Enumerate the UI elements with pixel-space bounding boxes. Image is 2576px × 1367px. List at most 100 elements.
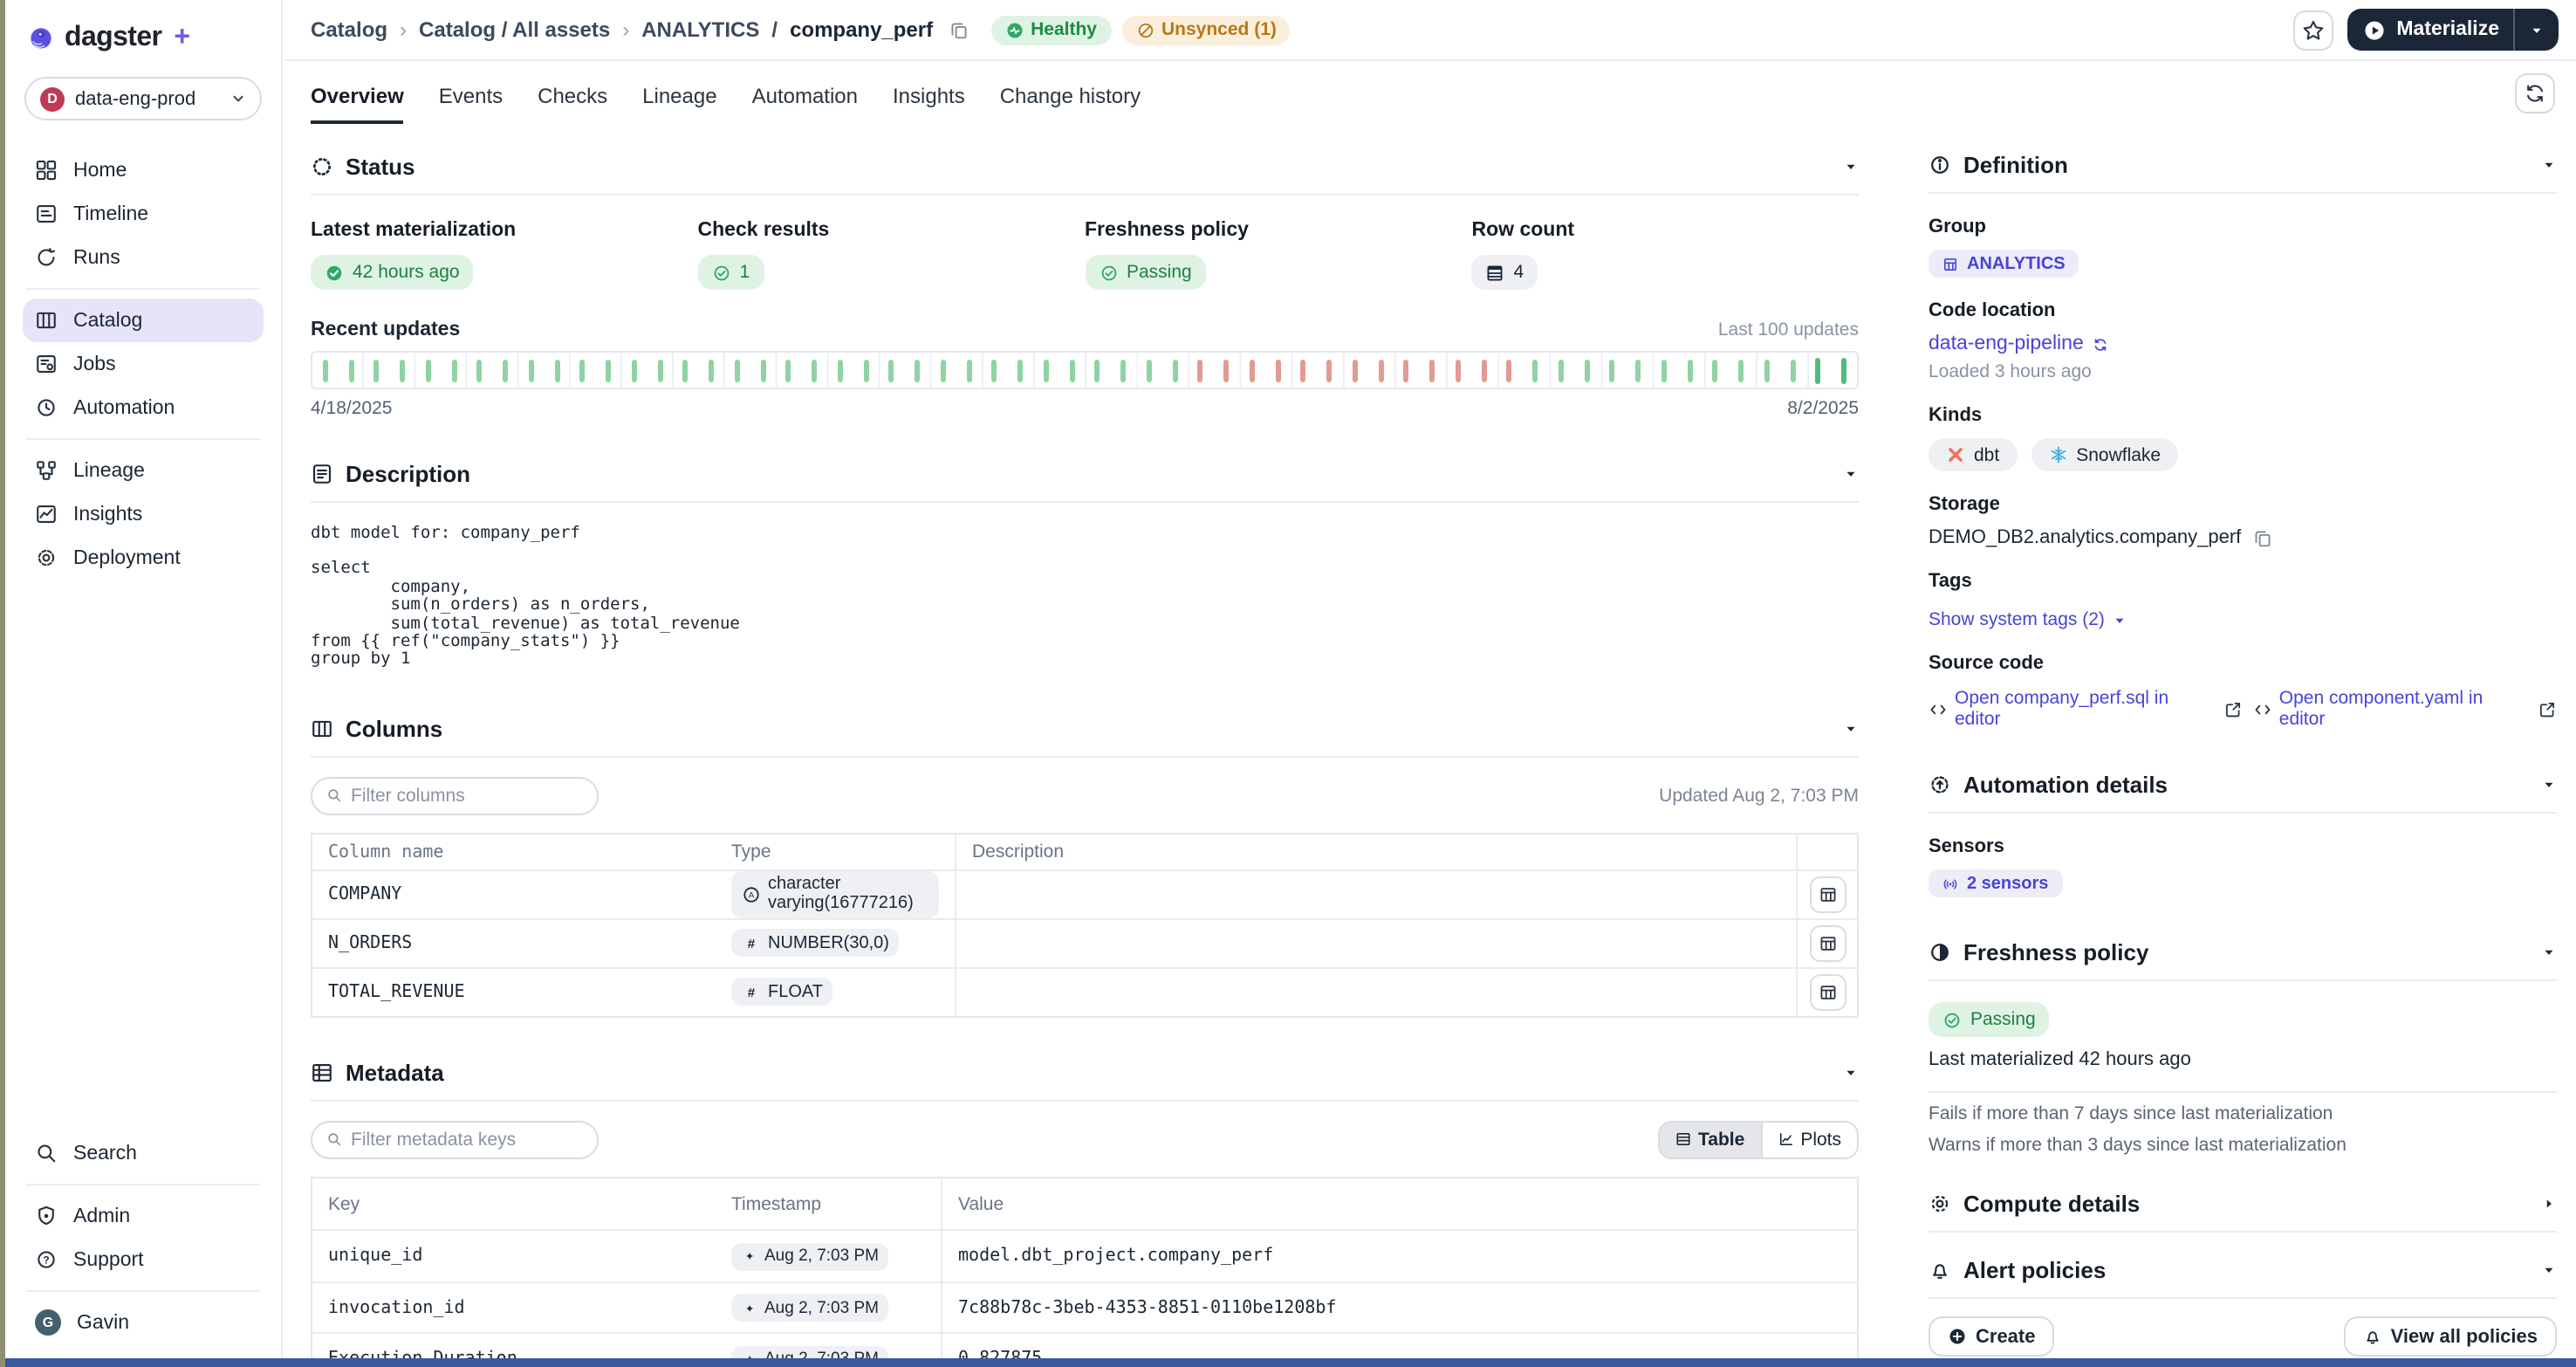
description-collapse-caret[interactable] bbox=[1843, 465, 1859, 481]
create-alert-button[interactable]: Create bbox=[1929, 1316, 2055, 1357]
kind-badge-snowflake[interactable]: Snowflake bbox=[2031, 438, 2178, 471]
update-bar[interactable] bbox=[477, 360, 483, 382]
sidebar-item-admin[interactable]: Admin bbox=[23, 1194, 264, 1238]
sidebar-item-user[interactable]: G Gavin bbox=[23, 1301, 264, 1344]
update-bar[interactable] bbox=[1044, 360, 1049, 382]
status-collapse-caret[interactable] bbox=[1843, 159, 1859, 175]
update-bar[interactable] bbox=[1223, 360, 1229, 382]
metadata-filter-input[interactable] bbox=[351, 1130, 583, 1151]
metadata-collapse-caret[interactable] bbox=[1843, 1065, 1859, 1081]
breadcrumb-item[interactable]: Catalog / All assets bbox=[419, 17, 610, 42]
update-bar[interactable] bbox=[529, 360, 534, 382]
update-bar[interactable] bbox=[1120, 360, 1126, 382]
health-badge[interactable]: Healthy bbox=[990, 15, 1111, 45]
update-bar[interactable] bbox=[1816, 358, 1821, 384]
update-bar[interactable] bbox=[374, 360, 380, 382]
update-bar[interactable] bbox=[632, 360, 637, 382]
update-bar[interactable] bbox=[426, 360, 431, 382]
update-bar[interactable] bbox=[1456, 360, 1461, 382]
update-bar[interactable] bbox=[606, 360, 611, 382]
update-bar[interactable] bbox=[1584, 360, 1589, 382]
metadata-filter[interactable] bbox=[311, 1121, 599, 1159]
source-code-link[interactable]: Open component.yaml in editor bbox=[2279, 688, 2531, 730]
update-bar[interactable] bbox=[400, 360, 405, 382]
update-bar[interactable] bbox=[1069, 360, 1074, 382]
update-bar[interactable] bbox=[735, 360, 740, 382]
update-bar[interactable] bbox=[1507, 360, 1512, 382]
update-bar[interactable] bbox=[323, 360, 328, 382]
sidebar-item-search[interactable]: Search bbox=[23, 1131, 264, 1175]
tab-change-history[interactable]: Change history bbox=[1000, 84, 1141, 124]
group-badge[interactable]: ANALYTICS bbox=[1929, 250, 2079, 278]
show-system-tags-link[interactable]: Show system tags (2) bbox=[1929, 609, 2127, 630]
status-card-badge[interactable]: 1 bbox=[698, 255, 764, 290]
update-bar[interactable] bbox=[1764, 360, 1770, 382]
update-bar[interactable] bbox=[1429, 360, 1435, 382]
update-bar[interactable] bbox=[786, 360, 791, 382]
update-bar[interactable] bbox=[1481, 360, 1486, 382]
update-bar[interactable] bbox=[863, 360, 868, 382]
update-bar[interactable] bbox=[1635, 360, 1641, 382]
metadata-timestamp-badge[interactable]: ✦Aug 2, 7:03 PM bbox=[731, 1294, 889, 1322]
copy-icon[interactable] bbox=[2253, 528, 2272, 547]
update-bar[interactable] bbox=[1172, 360, 1177, 382]
compute-expand-caret[interactable] bbox=[2541, 1196, 2557, 1212]
update-bar[interactable] bbox=[1095, 360, 1100, 382]
columns-filter-input[interactable] bbox=[351, 786, 583, 807]
code-location-link[interactable]: data-eng-pipeline bbox=[1929, 333, 2084, 354]
update-bar[interactable] bbox=[1404, 360, 1409, 382]
tab-lineage[interactable]: Lineage bbox=[642, 84, 716, 124]
update-bar[interactable] bbox=[1378, 360, 1383, 382]
breadcrumb-item[interactable]: Catalog bbox=[311, 17, 387, 42]
sidebar-item-insights[interactable]: Insights bbox=[23, 492, 264, 536]
kind-badge-dbt[interactable]: dbt bbox=[1929, 438, 2017, 471]
update-bar[interactable] bbox=[1738, 360, 1744, 382]
sidebar-item-support[interactable]: ?Support bbox=[23, 1238, 264, 1281]
reload-icon[interactable] bbox=[2093, 336, 2108, 352]
update-bar[interactable] bbox=[915, 360, 920, 382]
update-bar[interactable] bbox=[657, 360, 662, 382]
sidebar-item-timeline[interactable]: Timeline bbox=[23, 192, 264, 236]
update-bar[interactable] bbox=[1841, 358, 1846, 384]
sidebar-item-lineage[interactable]: Lineage bbox=[23, 449, 264, 492]
update-bar[interactable] bbox=[1610, 360, 1615, 382]
sidebar-item-home[interactable]: Home bbox=[23, 148, 264, 192]
materialize-button[interactable]: Materialize bbox=[2347, 9, 2559, 51]
tab-insights[interactable]: Insights bbox=[893, 84, 965, 124]
column-lineage-button[interactable] bbox=[1809, 974, 1846, 1011]
column-lineage-button[interactable] bbox=[1809, 925, 1846, 962]
status-card-badge[interactable]: 4 bbox=[1472, 255, 1538, 290]
column-lineage-button[interactable] bbox=[1809, 876, 1846, 913]
update-bar[interactable] bbox=[1790, 360, 1795, 382]
sidebar-item-runs[interactable]: Runs bbox=[23, 236, 264, 279]
metadata-timestamp-badge[interactable]: ✦Aug 2, 7:03 PM bbox=[731, 1345, 889, 1358]
toggle-plots-button[interactable]: Plots bbox=[1760, 1123, 1857, 1157]
sensors-badge[interactable]: 2 sensors bbox=[1929, 869, 2062, 897]
update-bar[interactable] bbox=[1198, 360, 1203, 382]
update-bar[interactable] bbox=[451, 360, 456, 382]
toggle-table-button[interactable]: Table bbox=[1660, 1123, 1760, 1157]
update-bar[interactable] bbox=[1532, 360, 1538, 382]
source-code-link[interactable]: Open company_perf.sql in editor bbox=[1955, 688, 2216, 730]
alerts-collapse-caret[interactable] bbox=[2541, 1262, 2557, 1278]
update-bar[interactable] bbox=[503, 360, 508, 382]
freshness-collapse-caret[interactable] bbox=[2541, 945, 2557, 960]
columns-filter[interactable] bbox=[311, 777, 599, 815]
tab-checks[interactable]: Checks bbox=[538, 84, 607, 124]
update-bar[interactable] bbox=[1147, 360, 1152, 382]
update-bar[interactable] bbox=[838, 360, 843, 382]
update-bar[interactable] bbox=[889, 360, 894, 382]
update-bar[interactable] bbox=[554, 360, 559, 382]
update-bar[interactable] bbox=[683, 360, 689, 382]
update-bar[interactable] bbox=[966, 360, 971, 382]
copy-icon[interactable] bbox=[949, 20, 968, 39]
favorite-button[interactable] bbox=[2293, 10, 2333, 50]
update-bar[interactable] bbox=[709, 360, 714, 382]
breadcrumb-asset-prefix[interactable]: ANALYTICS bbox=[641, 17, 759, 42]
definition-collapse-caret[interactable] bbox=[2541, 157, 2557, 173]
materialize-dropdown[interactable] bbox=[2515, 22, 2559, 38]
view-all-policies-button[interactable]: View all policies bbox=[2344, 1316, 2557, 1357]
update-bar[interactable] bbox=[348, 360, 353, 382]
dagster-logo[interactable]: dagster + bbox=[5, 0, 281, 54]
sidebar-item-deployment[interactable]: Deployment bbox=[23, 536, 264, 580]
